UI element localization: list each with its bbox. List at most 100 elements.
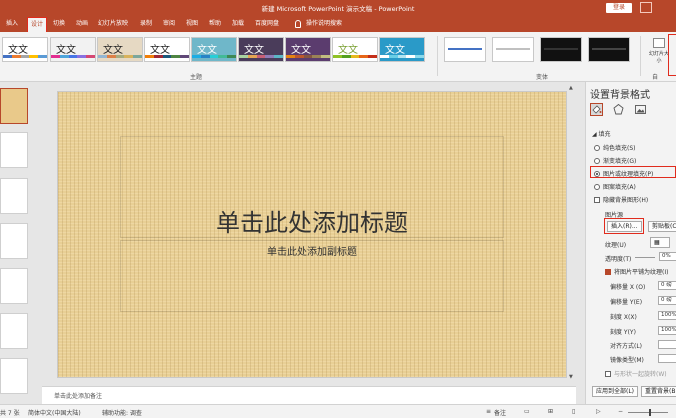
mirror-type-dropdown[interactable] xyxy=(658,354,676,363)
slideshow-icon[interactable]: ▷ xyxy=(596,408,601,415)
hide-background-graphics[interactable]: 隐藏背景图形(H) xyxy=(594,195,648,204)
theme-thumbnail[interactable]: 文文 xyxy=(191,37,237,62)
radio-button[interactable] xyxy=(594,145,600,151)
slide-size-button[interactable]: 幻灯片大小 xyxy=(648,36,670,76)
checkbox[interactable] xyxy=(605,269,611,275)
tile-texture-option[interactable]: 将图片平铺为纹理(I) xyxy=(605,267,668,276)
checkbox[interactable] xyxy=(594,197,600,203)
title-bar: 新建 Microsoft PowerPoint 演示文稿 - PowerPoin… xyxy=(0,0,676,16)
fill-section-header[interactable]: ◢ 填充 xyxy=(592,129,611,138)
slide-title: 单击此处添加标题 xyxy=(216,209,408,237)
scroll-down-icon[interactable]: ▼ xyxy=(569,374,573,380)
scale-y-label: 刻度 Y(Y) xyxy=(610,329,636,336)
format-background-button-highlight[interactable] xyxy=(668,34,676,76)
slide-thumbnail[interactable] xyxy=(0,313,28,349)
texture-picker[interactable]: ▦ xyxy=(650,237,670,248)
tab-insert[interactable]: 插入 xyxy=(6,16,18,32)
alignment-label: 对齐方式(L) xyxy=(610,343,643,350)
transparency-label: 透明度(T) xyxy=(605,256,632,263)
ribbon-tabs: 插入 设计 切换 动画 幻灯片放映 录制 审阅 视图 帮助 加载 百度网盘 操作… xyxy=(0,16,676,33)
zoom-out-icon[interactable]: − xyxy=(618,408,623,415)
tab-design[interactable]: 设计 xyxy=(27,17,48,33)
notes-toggle-button[interactable]: 备注 xyxy=(494,408,506,417)
ribbon-design: 文文 文文 文文 文文 文文 文文 文文 文文 文文 主题 变体 自 幻灯片大小 xyxy=(0,32,676,82)
apply-to-all-button[interactable]: 应用到全部(L) xyxy=(592,386,639,397)
tab-review[interactable]: 审阅 xyxy=(163,16,175,32)
slide-thumbnail[interactable] xyxy=(0,132,28,168)
rotate-with-shape-option[interactable]: 与形状一起旋转(W) xyxy=(605,369,667,378)
solid-fill-option[interactable]: 纯色填充(S) xyxy=(594,143,636,152)
status-bar: 共 7 张 简体中文(中国大陆) 辅助功能: 调查 ≡ 备注 ▭ ⊞ ▯ ▷ − xyxy=(0,404,676,418)
slide-thumbnail[interactable] xyxy=(0,268,28,304)
accessibility-status[interactable]: 辅助功能: 调查 xyxy=(102,408,142,417)
chevron-down-icon: ◢ xyxy=(592,131,597,138)
theme-thumbnail[interactable]: 文文 xyxy=(379,37,425,62)
lightbulb-icon xyxy=(295,20,301,28)
slide-thumbnail[interactable] xyxy=(0,358,28,394)
radio-button[interactable] xyxy=(594,184,600,190)
theme-thumbnail[interactable]: 文文 xyxy=(2,37,48,62)
theme-thumbnail[interactable]: 文文 xyxy=(50,37,96,62)
window-title: 新建 Microsoft PowerPoint 演示文稿 - PowerPoin… xyxy=(261,5,415,13)
ribbon-display-options-icon[interactable] xyxy=(640,2,652,13)
reset-background-button[interactable]: 重置背景(B) xyxy=(641,386,676,397)
slide-sorter-icon[interactable]: ⊞ xyxy=(548,408,553,415)
theme-thumbnail[interactable]: 文文 xyxy=(97,37,143,62)
language-indicator[interactable]: 简体中文(中国大陆) xyxy=(28,408,81,417)
notes-pane[interactable]: 单击此处添加备注 xyxy=(42,386,576,404)
slide-canvas[interactable]: 单击此处添加标题 单击此处添加副标题 xyxy=(57,91,567,378)
login-button[interactable]: 登录 xyxy=(606,3,632,13)
theme-thumbnail[interactable]: 文文 xyxy=(144,37,190,62)
mirror-type-label: 镜像类型(M) xyxy=(610,357,644,364)
zoom-slider[interactable] xyxy=(628,412,668,413)
offset-x-label: 偏移量 X (O) xyxy=(610,284,646,291)
tab-help[interactable]: 帮助 xyxy=(209,16,221,32)
texture-label: 纹理(U) xyxy=(605,242,627,249)
normal-view-icon[interactable]: ▭ xyxy=(524,408,530,415)
theme-thumbnail[interactable]: 文文 xyxy=(238,37,284,62)
transparency-field[interactable]: 0% xyxy=(659,252,676,261)
transparency-slider[interactable] xyxy=(635,257,655,258)
notes-placeholder: 单击此处添加备注 xyxy=(54,393,103,400)
pattern-fill-option[interactable]: 图案填充(A) xyxy=(594,182,636,191)
zoom-slider-thumb[interactable] xyxy=(649,409,651,416)
tab-transitions[interactable]: 切换 xyxy=(53,16,65,32)
theme-thumbnail[interactable]: 文文 xyxy=(285,37,331,62)
offset-y-field[interactable]: 0 磅 xyxy=(658,296,676,305)
fill-bucket-icon[interactable] xyxy=(590,103,603,116)
tab-baidu-netdisk[interactable]: 百度网盘 xyxy=(255,16,279,32)
themes-group-label: 主题 xyxy=(190,74,203,81)
scale-y-field[interactable]: 100% xyxy=(658,326,676,335)
tab-animations[interactable]: 动画 xyxy=(76,16,88,32)
scale-x-label: 刻度 X(X) xyxy=(610,314,637,321)
slide-thumbnail[interactable] xyxy=(0,88,28,124)
scale-x-field[interactable]: 100% xyxy=(658,311,676,320)
tab-view[interactable]: 视图 xyxy=(186,16,198,32)
insert-button-highlight xyxy=(604,218,644,234)
radio-button[interactable] xyxy=(594,158,600,164)
tell-me-search[interactable]: 操作说明搜索 xyxy=(306,16,342,32)
alignment-dropdown[interactable] xyxy=(658,340,676,349)
slide-thumbnail[interactable] xyxy=(0,223,28,259)
gradient-fill-option[interactable]: 渐变填充(G) xyxy=(594,156,636,165)
scroll-up-icon[interactable]: ▲ xyxy=(569,85,573,91)
variant-thumbnail[interactable] xyxy=(444,37,486,62)
variant-thumbnail[interactable] xyxy=(588,37,630,62)
variant-thumbnail[interactable] xyxy=(492,37,534,62)
checkbox[interactable] xyxy=(605,371,611,377)
notes-icon[interactable]: ≡ xyxy=(486,408,491,415)
tab-slideshow[interactable]: 幻灯片放映 xyxy=(98,16,128,32)
offset-y-label: 偏移量 Y(E) xyxy=(610,299,643,306)
slide-scrollbar[interactable]: ▲ ▼ xyxy=(567,82,576,386)
clipboard-button[interactable]: 剪贴板(C) xyxy=(648,221,676,232)
slide-size-icon xyxy=(653,38,665,48)
tab-record[interactable]: 录制 xyxy=(140,16,152,32)
slide-thumbnail[interactable] xyxy=(0,178,28,214)
tab-addins[interactable]: 加载 xyxy=(232,16,244,32)
pentagon-icon[interactable] xyxy=(612,103,625,116)
picture-icon[interactable] xyxy=(634,103,647,116)
theme-thumbnail[interactable]: 文文 xyxy=(332,37,378,62)
variant-thumbnail[interactable] xyxy=(540,37,582,62)
offset-x-field[interactable]: 0 磅 xyxy=(658,281,676,290)
reading-view-icon[interactable]: ▯ xyxy=(572,408,575,415)
